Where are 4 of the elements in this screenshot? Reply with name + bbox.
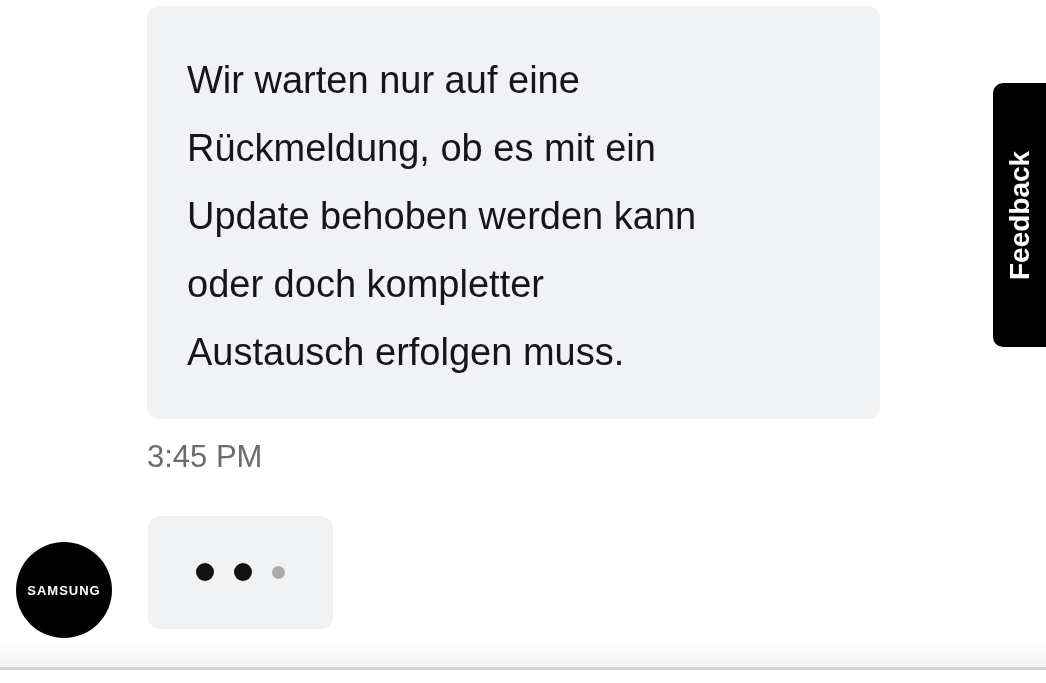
message-time: 3:45 PM bbox=[147, 439, 263, 475]
agent-avatar: SAMSUNG bbox=[16, 542, 112, 638]
feedback-tab[interactable]: Feedback bbox=[993, 83, 1046, 347]
message-text: Wir warten nur auf eine Rückmeldung, ob es mit ein Update behoben werden kann oder doch kompletter Austausch erfolgen muss. bbox=[187, 58, 698, 375]
